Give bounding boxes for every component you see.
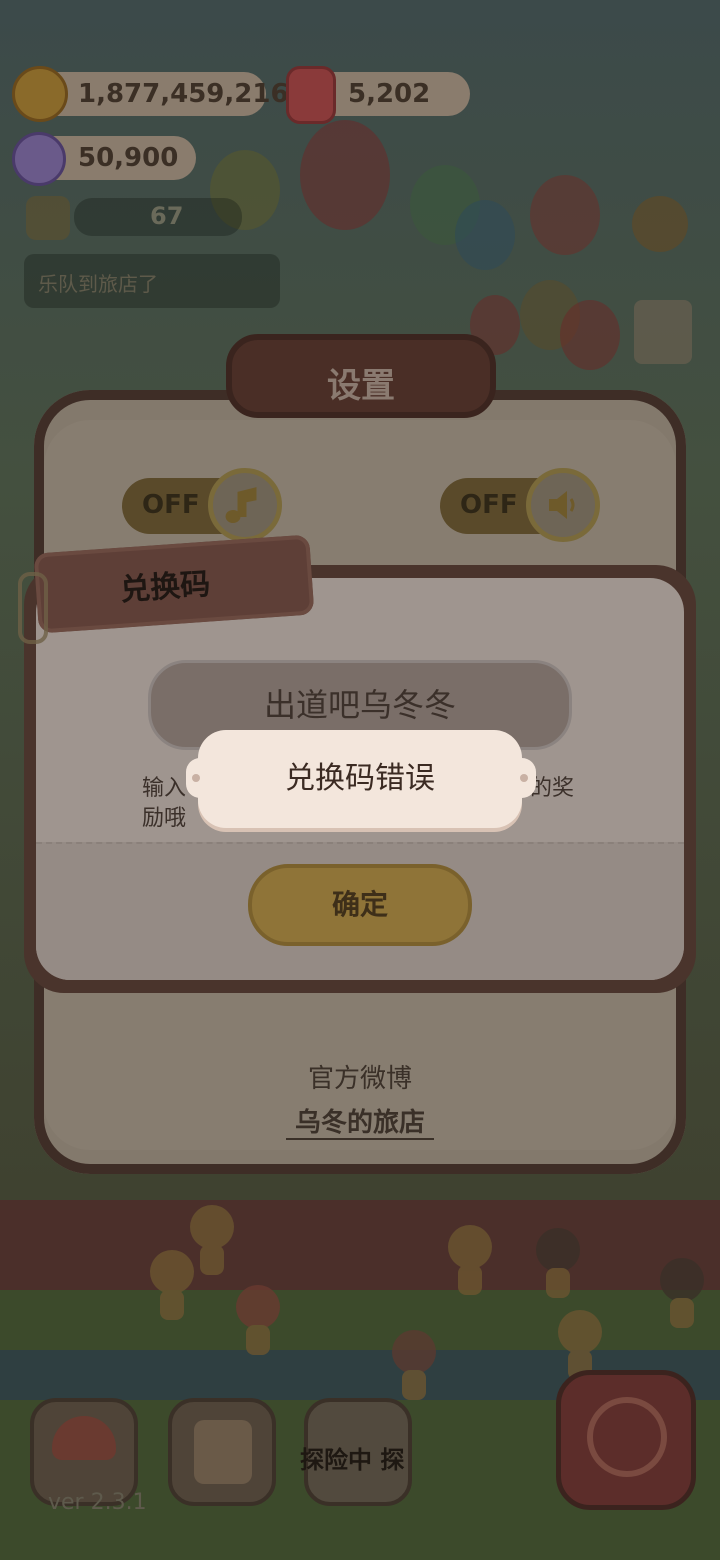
sound-toggle-state: OFF bbox=[460, 490, 518, 520]
cookie-coin-icon bbox=[12, 66, 68, 122]
megaphone-icon bbox=[26, 196, 70, 240]
candy-amount: 50,900 bbox=[78, 143, 179, 173]
version-label: ver 2.3.1 bbox=[48, 1490, 147, 1515]
coin-amount: 1,877,459,216 bbox=[78, 79, 289, 109]
scene-road bbox=[0, 1200, 720, 1290]
sound-toggle[interactable]: OFF bbox=[440, 468, 600, 542]
news-text: 乐队到旅店了 bbox=[38, 272, 158, 296]
weibo-label: 官方微博 bbox=[307, 1064, 412, 1094]
music-toggle-state: OFF bbox=[142, 490, 200, 520]
guest-character bbox=[448, 1225, 492, 1295]
level-counter: 67 bbox=[74, 198, 242, 236]
gem-amount: 5,202 bbox=[348, 79, 431, 109]
redeem-hint-line2: 励哦 bbox=[142, 806, 187, 831]
guest-character bbox=[236, 1285, 280, 1355]
mushroom-house-icon bbox=[52, 1416, 116, 1460]
weibo-account-link[interactable]: 乌冬的旅店 bbox=[0, 1102, 720, 1139]
settings-title-plaque: 设置 bbox=[226, 334, 496, 418]
ferris-wheel-icon bbox=[587, 1397, 667, 1477]
jelly-gem-icon bbox=[286, 66, 336, 124]
diary-button[interactable] bbox=[168, 1398, 276, 1506]
redeem-title: 兑换码 bbox=[119, 566, 212, 609]
guest-character bbox=[558, 1310, 602, 1380]
speaker-icon bbox=[526, 468, 600, 542]
heart-book-icon bbox=[194, 1420, 252, 1484]
gear-icon bbox=[632, 196, 688, 252]
stamp-icon bbox=[634, 300, 692, 364]
guest-character bbox=[190, 1205, 234, 1275]
weibo-underline bbox=[286, 1138, 434, 1140]
balloon bbox=[530, 175, 600, 255]
balloon bbox=[455, 200, 515, 270]
innkeeper-bear bbox=[392, 1330, 436, 1400]
confirm-button[interactable]: 确定 bbox=[248, 864, 472, 946]
music-toggle[interactable]: OFF bbox=[122, 468, 282, 542]
tag-rope bbox=[18, 572, 48, 644]
news-ticker: 乐队到旅店了 bbox=[24, 254, 280, 308]
level-value: 67 bbox=[150, 202, 184, 230]
candy-icon bbox=[12, 132, 66, 186]
adventure-status: 探险中 探 bbox=[300, 1446, 405, 1474]
redeem-hint-right: 的奖 bbox=[530, 776, 575, 801]
music-note-icon bbox=[208, 468, 282, 542]
ferris-wheel-button[interactable] bbox=[556, 1370, 696, 1510]
guest-character bbox=[150, 1250, 194, 1320]
redeem-hint-left: 输入 bbox=[142, 776, 187, 801]
settings-title: 设置 bbox=[327, 366, 395, 406]
balloon bbox=[560, 300, 620, 370]
guest-character bbox=[660, 1258, 704, 1328]
error-toast-message: 兑换码错误 bbox=[285, 761, 435, 796]
balloon bbox=[300, 120, 390, 230]
guest-character bbox=[536, 1228, 580, 1298]
